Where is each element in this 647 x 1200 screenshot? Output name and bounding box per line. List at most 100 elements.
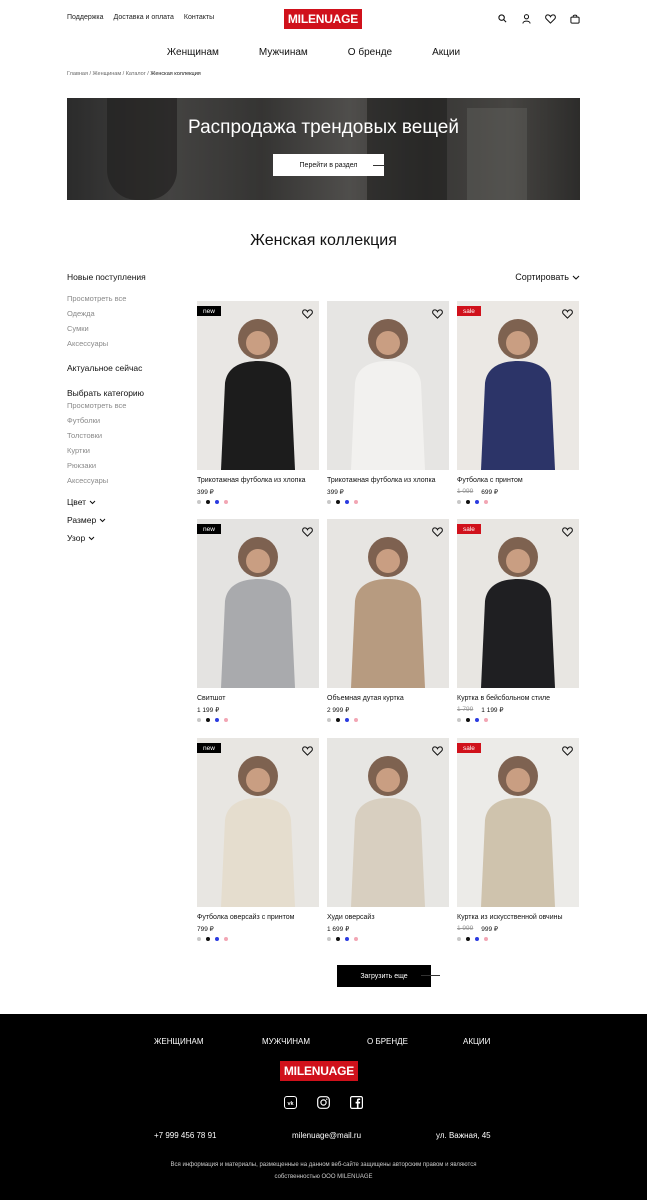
product-card[interactable]: Трикотажная футболка из хлопка 399 ₽ [327,301,449,504]
heart-icon[interactable] [544,12,557,25]
top-link-contacts[interactable]: Контакты [184,14,214,21]
filter-size[interactable]: Размер [67,515,187,525]
color-swatch[interactable] [345,500,349,504]
product-image[interactable]: sale [457,738,579,907]
color-swatch[interactable] [354,500,358,504]
nav-sales[interactable]: Акции [432,47,460,58]
user-icon[interactable] [520,12,533,25]
product-image[interactable]: new [197,301,319,470]
footer-link-men[interactable]: МУЖЧИНАМ [262,1037,310,1046]
footer-link-about[interactable]: О БРЕНДЕ [367,1037,408,1046]
color-swatch[interactable] [475,500,479,504]
product-name[interactable]: Трикотажная футболка из хлопка [327,477,449,484]
product-card[interactable]: sale Куртка в бейсбольном стиле 1 799 1 … [457,519,579,722]
banner-button[interactable]: Перейти в раздел [273,154,384,176]
product-image[interactable] [327,301,449,470]
product-image[interactable]: new [197,738,319,907]
sidebar-item-tshirts[interactable]: Футболки [67,416,187,425]
product-image[interactable] [327,519,449,688]
facebook-icon[interactable] [350,1096,364,1110]
sidebar-item-clothes[interactable]: Одежда [67,309,187,318]
product-name[interactable]: Куртка из искусственной овчины [457,914,579,921]
bag-icon[interactable] [568,12,581,25]
product-name[interactable]: Объемная дутая куртка [327,695,449,702]
heart-icon[interactable] [562,306,573,319]
footer-logo[interactable]: MILENUAGE [280,1061,358,1081]
footer-link-sales[interactable]: АКЦИИ [463,1037,490,1046]
color-swatch[interactable] [224,718,228,722]
logo[interactable]: MILENUAGE [284,9,362,29]
vk-icon[interactable]: vk [284,1096,297,1109]
heart-icon[interactable] [432,306,443,319]
product-name[interactable]: Трикотажная футболка из хлопка [197,477,319,484]
filter-color[interactable]: Цвет [67,497,187,507]
sort-dropdown[interactable]: Сортировать [515,272,580,282]
nav-women[interactable]: Женщинам [167,47,219,58]
color-swatch[interactable] [345,718,349,722]
color-swatch[interactable] [466,937,470,941]
color-swatch[interactable] [327,500,331,504]
sidebar-item-category-all[interactable]: Просмотреть все [67,401,187,410]
color-swatch[interactable] [224,500,228,504]
heart-icon[interactable] [302,743,313,756]
breadcrumb-women[interactable]: Женщинам [93,71,122,77]
color-swatch[interactable] [345,937,349,941]
color-swatch[interactable] [224,937,228,941]
breadcrumb-home[interactable]: Главная [67,71,88,77]
top-link-delivery[interactable]: Доставка и оплата [114,14,174,21]
color-swatch[interactable] [466,500,470,504]
sidebar-item-backpacks[interactable]: Рюкзаки [67,461,187,470]
filter-pattern[interactable]: Узор [67,533,187,543]
color-swatch[interactable] [206,937,210,941]
product-name[interactable]: Футболка оверсайз с принтом [197,914,319,921]
instagram-icon[interactable] [317,1096,330,1109]
heart-icon[interactable] [562,524,573,537]
product-image[interactable]: sale [457,301,579,470]
sidebar-heading-new[interactable]: Новые поступления [67,272,187,282]
color-swatch[interactable] [457,500,461,504]
color-swatch[interactable] [197,937,201,941]
color-swatch[interactable] [475,718,479,722]
sidebar-item-category-accessories[interactable]: Аксессуары [67,476,187,485]
footer-link-women[interactable]: ЖЕНЩИНАМ [154,1037,204,1046]
sidebar-heading-category[interactable]: Выбрать категорию [67,388,187,398]
color-swatch[interactable] [336,937,340,941]
product-card[interactable]: sale Куртка из искусственной овчины 1 99… [457,738,579,941]
color-swatch[interactable] [197,718,201,722]
color-swatch[interactable] [215,500,219,504]
color-swatch[interactable] [206,500,210,504]
sidebar-item-accessories[interactable]: Аксессуары [67,339,187,348]
sidebar-item-hoodies[interactable]: Толстовки [67,431,187,440]
product-card[interactable]: sale Футболка с принтом 1 099 699 ₽ [457,301,579,504]
heart-icon[interactable] [432,743,443,756]
nav-men[interactable]: Мужчинам [259,47,308,58]
product-name[interactable]: Футболка с принтом [457,477,579,484]
color-swatch[interactable] [206,718,210,722]
product-name[interactable]: Свитшот [197,695,319,702]
heart-icon[interactable] [562,743,573,756]
product-image[interactable]: new [197,519,319,688]
color-swatch[interactable] [354,937,358,941]
color-swatch[interactable] [215,718,219,722]
footer-phone[interactable]: +7 999 456 78 91 [154,1131,217,1140]
color-swatch[interactable] [327,937,331,941]
color-swatch[interactable] [466,718,470,722]
heart-icon[interactable] [302,524,313,537]
color-swatch[interactable] [457,718,461,722]
footer-email[interactable]: milenuage@mail.ru [292,1131,361,1140]
sidebar-item-bags[interactable]: Сумки [67,324,187,333]
product-card[interactable]: new Футболка оверсайз с принтом 799 ₽ [197,738,319,941]
sidebar-item-view-all[interactable]: Просмотреть все [67,294,187,303]
product-name[interactable]: Куртка в бейсбольном стиле [457,695,579,702]
load-more-button[interactable]: Загрузить еще [337,965,431,987]
color-swatch[interactable] [327,718,331,722]
color-swatch[interactable] [336,500,340,504]
heart-icon[interactable] [302,306,313,319]
heart-icon[interactable] [432,524,443,537]
color-swatch[interactable] [336,718,340,722]
breadcrumb-catalog[interactable]: Каталог [126,71,146,77]
sidebar-item-jackets[interactable]: Куртки [67,446,187,455]
top-link-support[interactable]: Поддержка [67,14,104,21]
color-swatch[interactable] [484,718,488,722]
sidebar-heading-current[interactable]: Актуальное сейчас [67,363,187,373]
